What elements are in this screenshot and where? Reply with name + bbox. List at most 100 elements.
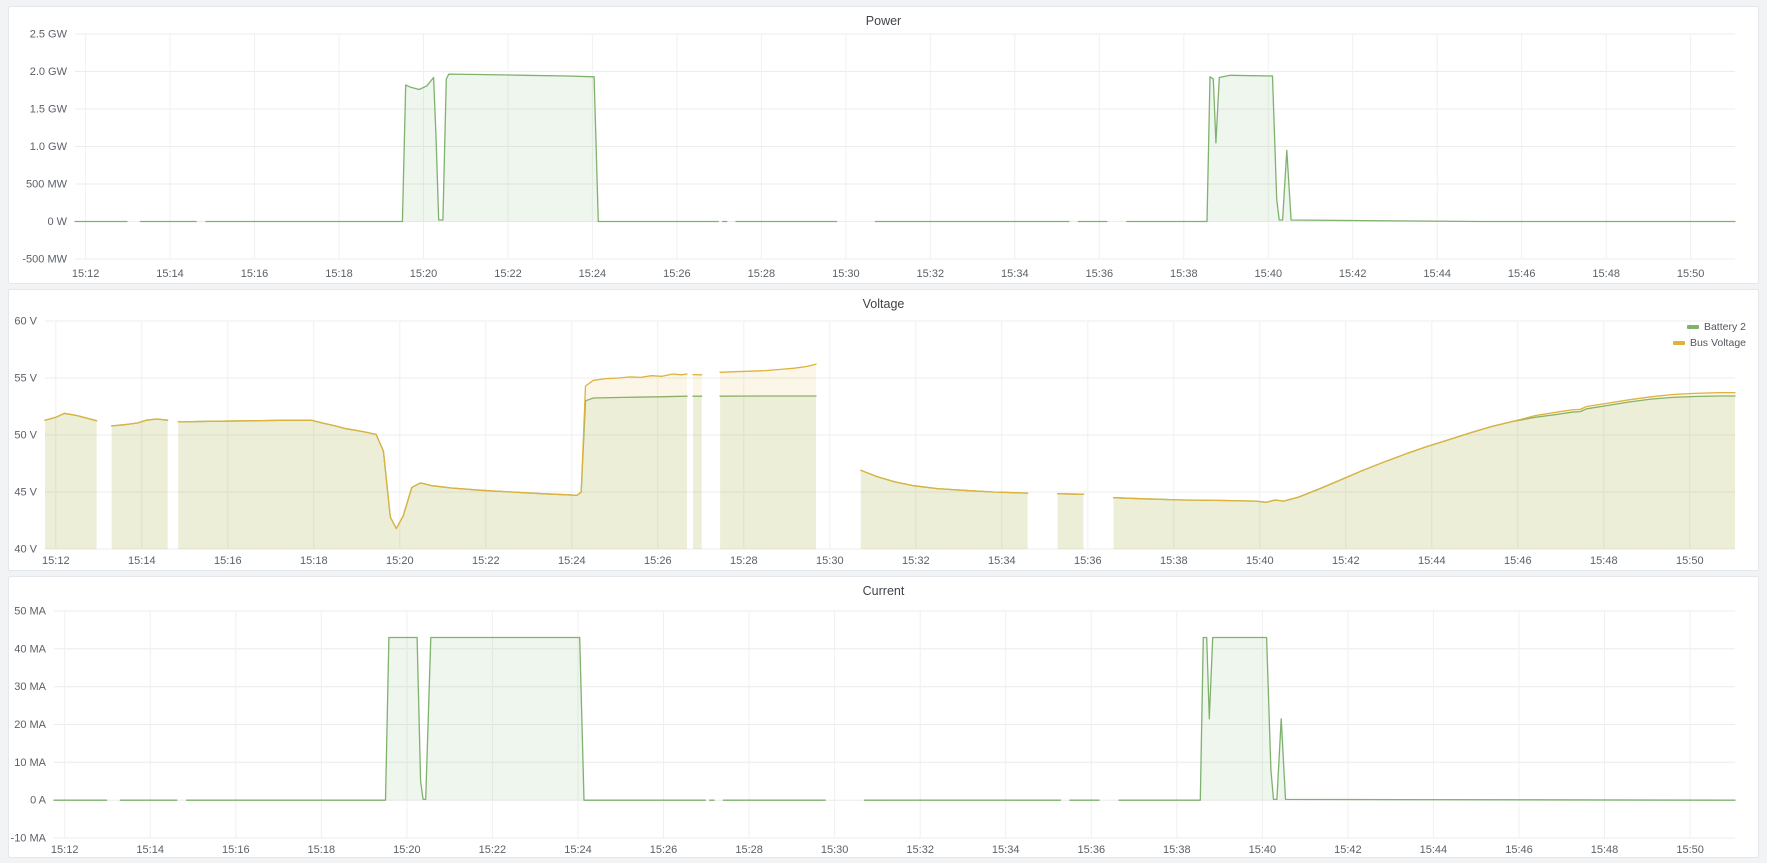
x-tick-label: 15:38 (1160, 555, 1188, 567)
y-tick-label: 500 MW (26, 179, 68, 191)
x-tick-label: 15:28 (730, 555, 758, 567)
panel-title-current[interactable]: Current (9, 584, 1758, 598)
x-tick-label: 15:38 (1170, 268, 1198, 280)
y-tick-label: 1.5 GW (30, 104, 68, 116)
series-group (54, 638, 1735, 801)
y-tick-label: 2.5 GW (30, 29, 68, 41)
x-tick-label: 15:24 (579, 268, 607, 280)
x-tick-label: 15:36 (1086, 268, 1114, 280)
x-tick-label: 15:38 (1163, 844, 1191, 856)
x-tick-label: 15:40 (1249, 844, 1277, 856)
y-tick-label: 45 V (14, 487, 37, 499)
axis-labels: 2.5 GW 2.0 GW 1.5 GW 1.0 GW 500 MW 0 W -500 MW… (22, 29, 1704, 281)
panel-voltage: Voltage Battery 2 Bus Voltage 60 V 55 V 50… (8, 289, 1759, 571)
x-tick-label: 15:44 (1423, 268, 1451, 280)
x-tick-label: 15:46 (1508, 268, 1536, 280)
x-tick-label: 15:36 (1078, 844, 1106, 856)
series-group (75, 74, 1735, 221)
x-tick-label: 15:50 (1676, 844, 1704, 856)
x-tick-label: 15:12 (72, 268, 100, 280)
x-tick-label: 15:28 (735, 844, 763, 856)
x-tick-label: 15:48 (1592, 268, 1620, 280)
series-group (45, 364, 1735, 549)
x-tick-label: 15:18 (325, 268, 353, 280)
x-tick-label: 15:34 (988, 555, 1016, 567)
legend-label: Battery 2 (1704, 321, 1746, 333)
x-tick-label: 15:30 (816, 555, 844, 567)
x-tick-label: 15:44 (1418, 555, 1446, 567)
panel-power: Power 2.5 GW 2.0 GW 1.5 GW 1.0 GW 500 MW 0 W -… (8, 6, 1759, 284)
panel-title-voltage[interactable]: Voltage (9, 297, 1758, 311)
x-tick-label: 15:22 (494, 268, 522, 280)
x-tick-label: 15:50 (1677, 268, 1705, 280)
x-tick-label: 15:42 (1334, 844, 1362, 856)
x-tick-label: 15:16 (222, 844, 250, 856)
series-power (75, 74, 1735, 221)
x-tick-label: 15:20 (386, 555, 414, 567)
panel-title-power[interactable]: Power (9, 14, 1758, 28)
x-tick-label: 15:16 (214, 555, 242, 567)
legend-label: Bus Voltage (1690, 337, 1746, 349)
y-tick-label: 10 MA (14, 757, 46, 769)
x-tick-label: 15:22 (472, 555, 500, 567)
y-tick-label: 40 V (14, 544, 37, 556)
x-tick-label: 15:30 (832, 268, 860, 280)
x-tick-label: 15:50 (1676, 555, 1704, 567)
y-tick-label: 2.0 GW (30, 66, 68, 78)
x-tick-label: 15:40 (1246, 555, 1274, 567)
series-current (54, 638, 1735, 801)
x-tick-label: 15:22 (479, 844, 507, 856)
power-chart[interactable]: 2.5 GW 2.0 GW 1.5 GW 1.0 GW 500 MW 0 W -500 MW… (9, 7, 1759, 284)
x-tick-label: 15:48 (1591, 844, 1619, 856)
y-tick-label: 50 MA (14, 606, 46, 618)
x-tick-label: 15:14 (136, 844, 164, 856)
battery-2-swatch-icon (1687, 325, 1699, 329)
panel-current: Current 50 MA 40 MA 30 MA 20 MA 10 MA 0 A -10 … (8, 576, 1759, 858)
x-tick-label: 15:28 (748, 268, 776, 280)
x-tick-label: 15:42 (1339, 268, 1367, 280)
x-tick-label: 15:24 (558, 555, 586, 567)
y-tick-label: 0 A (30, 795, 47, 807)
x-tick-label: 15:34 (992, 844, 1020, 856)
series-bus-voltage (45, 364, 1735, 549)
x-tick-label: 15:26 (650, 844, 678, 856)
x-tick-label: 15:36 (1074, 555, 1102, 567)
x-tick-label: 15:32 (917, 268, 945, 280)
x-tick-label: 15:32 (906, 844, 934, 856)
x-tick-label: 15:18 (300, 555, 328, 567)
gridlines (54, 611, 1735, 838)
x-tick-label: 15:12 (42, 555, 70, 567)
y-tick-label: 55 V (14, 373, 37, 385)
x-tick-label: 15:14 (128, 555, 156, 567)
x-tick-label: 15:18 (308, 844, 336, 856)
voltage-chart[interactable]: 60 V 55 V 50 V 45 V 40 V 15:12 15:14 15:16 15:18… (9, 290, 1759, 571)
y-tick-label: 0 W (47, 216, 67, 228)
legend: Battery 2 Bus Voltage (1673, 320, 1746, 350)
current-chart[interactable]: 50 MA 40 MA 30 MA 20 MA 10 MA 0 A -10 MA 15:12 1… (9, 577, 1759, 858)
x-tick-label: 15:24 (564, 844, 592, 856)
y-tick-label: 1.0 GW (30, 141, 68, 153)
x-tick-label: 15:34 (1001, 268, 1029, 280)
x-tick-label: 15:46 (1504, 555, 1532, 567)
y-tick-label: 20 MA (14, 719, 46, 731)
legend-item-bus-voltage[interactable]: Bus Voltage (1673, 336, 1746, 350)
y-tick-label: 50 V (14, 430, 37, 442)
x-tick-label: 15:14 (156, 268, 184, 280)
x-tick-label: 15:46 (1505, 844, 1533, 856)
y-tick-label: -10 MA (11, 833, 47, 845)
axis-labels: 50 MA 40 MA 30 MA 20 MA 10 MA 0 A -10 MA 15:12 1… (11, 606, 1704, 857)
x-tick-label: 15:40 (1255, 268, 1283, 280)
x-tick-label: 15:30 (821, 844, 849, 856)
gridlines (75, 34, 1735, 259)
x-tick-label: 15:20 (393, 844, 421, 856)
y-tick-label: 30 MA (14, 681, 46, 693)
y-tick-label: -500 MW (22, 254, 67, 266)
legend-item-battery-2[interactable]: Battery 2 (1687, 320, 1746, 334)
y-tick-label: 40 MA (14, 643, 46, 655)
x-tick-label: 15:48 (1590, 555, 1618, 567)
x-tick-label: 15:12 (51, 844, 79, 856)
y-tick-label: 60 V (14, 316, 37, 328)
x-tick-label: 15:26 (663, 268, 691, 280)
bus-voltage-swatch-icon (1673, 341, 1685, 345)
x-tick-label: 15:44 (1420, 844, 1448, 856)
